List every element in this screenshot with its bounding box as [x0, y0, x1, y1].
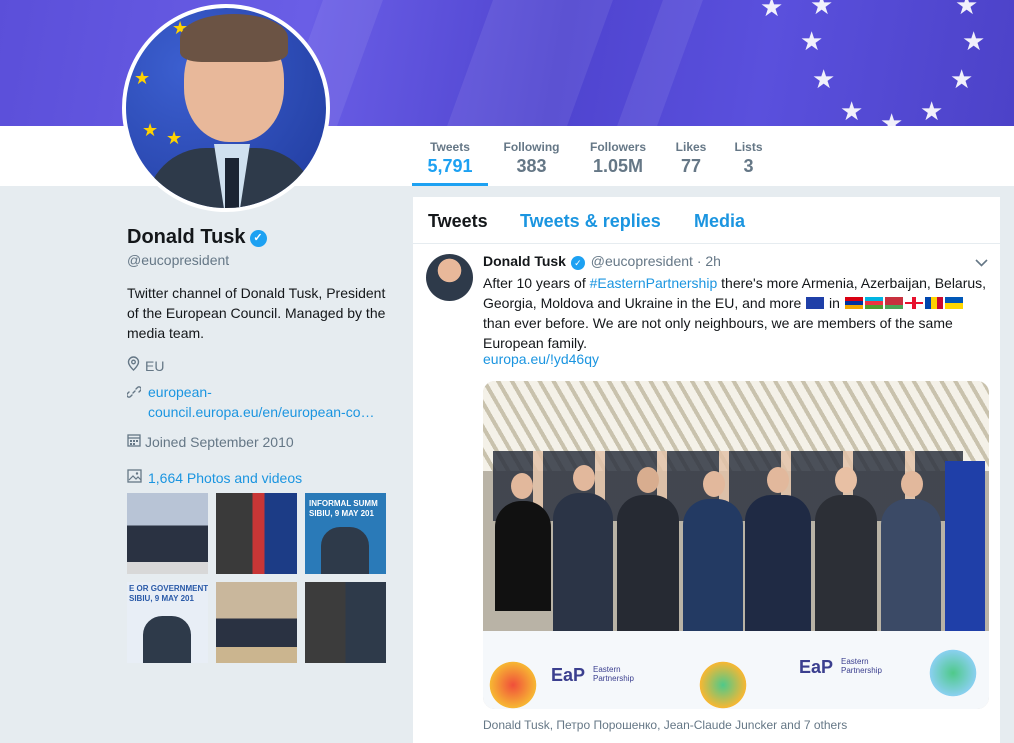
website-line-1: european-: [148, 384, 212, 400]
tweet-avatar[interactable]: [426, 254, 473, 301]
georgia-flag-icon: [904, 297, 923, 309]
thumbnail-text: INFORMAL SUMM SIBIU, 9 MAY 201: [309, 499, 378, 518]
profile-location: EU: [127, 356, 164, 374]
stat-value: 77: [680, 156, 702, 176]
eu-star-icon: ★: [920, 96, 944, 126]
photo-tagged-people[interactable]: Donald Tusk, Петро Порошенко, Jean-Claud…: [483, 718, 847, 732]
tweet-text: After 10 years of #EasternPartnership th…: [483, 273, 991, 353]
moldova-flag-icon: [924, 297, 943, 309]
eu-star-icon: ★: [812, 64, 836, 94]
media-thumbnail[interactable]: E OR GOVERNMENT SIBIU, 9 MAY 201: [127, 582, 208, 663]
verified-icon: ✓: [249, 230, 267, 247]
eu-star-icon: ★: [810, 0, 834, 20]
armenia-flag-icon: [844, 297, 863, 309]
eu-star-icon: ★: [800, 26, 824, 56]
azerbaijan-flag-icon: [864, 297, 883, 309]
eu-star-icon: ★: [760, 0, 784, 22]
stat-label: Followers: [589, 140, 646, 154]
media-thumbnail[interactable]: [216, 582, 297, 663]
photos-videos-label: 1,664 Photos and videos: [148, 470, 303, 486]
tweet-author-handle[interactable]: @eucopresident: [591, 253, 693, 269]
belarus-flag-icon: [884, 297, 903, 309]
stat-label: Likes: [675, 140, 707, 154]
website-line-2: council.europa.eu/en/european-co…: [148, 404, 375, 420]
profile-website[interactable]: european- council.europa.eu/en/european-…: [126, 382, 375, 422]
stat-followers[interactable]: Followers 1.05M: [587, 126, 649, 186]
timeline-tabs: Tweets Tweets & replies Media: [413, 197, 1000, 244]
eu-star-icon: ★: [962, 26, 986, 56]
stat-likes[interactable]: Likes 77: [672, 126, 710, 186]
profile-name-text: Donald Tusk: [127, 226, 246, 248]
eu-star-icon: ★: [134, 68, 151, 88]
stat-value: 5,791: [427, 156, 473, 176]
media-thumbnail[interactable]: [216, 493, 297, 574]
eu-flag-icon: [806, 297, 825, 309]
stat-value: 3: [743, 156, 754, 176]
profile-name[interactable]: Donald Tusk ✓: [127, 226, 267, 249]
hashtag-link[interactable]: #EasternPartnership: [590, 275, 718, 291]
eap-logo-subtitle: Eastern Partnership: [593, 665, 634, 683]
chevron-down-icon[interactable]: [975, 254, 988, 270]
image-icon: [127, 469, 148, 486]
eu-star-icon: ★: [880, 108, 904, 126]
eu-star-icon: ★: [166, 128, 183, 148]
tweet-photo[interactable]: EaP Eastern Partnership EaP Eastern Part…: [483, 381, 989, 709]
stat-lists[interactable]: Lists 3: [732, 126, 765, 186]
tweet-author-name[interactable]: Donald Tusk: [483, 253, 566, 269]
tab-tweets[interactable]: Tweets: [428, 211, 488, 232]
stat-label: Following: [503, 140, 560, 154]
profile-bio: Twitter channel of Donald Tusk, Presiden…: [127, 285, 386, 341]
tab-tweets-replies[interactable]: Tweets & replies: [520, 211, 661, 232]
stat-label: Tweets: [430, 140, 470, 154]
stat-value: 383: [516, 156, 547, 176]
stat-label: Lists: [734, 140, 763, 154]
stat-value: 1.05M: [592, 156, 644, 176]
timeline: Tweets Tweets & replies Media Donald Tus…: [413, 197, 1000, 743]
media-thumbnail[interactable]: [127, 493, 208, 574]
stat-following[interactable]: Following 383: [500, 126, 563, 186]
profile-joined: Joined September 2010: [127, 433, 294, 450]
tweet-text-part: than ever before. We are not only neighb…: [483, 315, 953, 351]
eu-star-icon: ★: [955, 0, 979, 20]
verified-icon: ✓: [570, 256, 585, 270]
profile-avatar[interactable]: ★ ★ ★ ★: [122, 4, 330, 212]
thumbnail-text: E OR GOVERNMENT SIBIU, 9 MAY 201: [129, 584, 208, 603]
eap-logo-text: EaP: [551, 665, 586, 685]
tweet-time[interactable]: · 2h: [697, 253, 721, 269]
media-thumbnail[interactable]: [305, 582, 386, 663]
eu-star-icon: ★: [142, 120, 159, 140]
calendar-icon: [127, 433, 145, 450]
stat-tweets[interactable]: Tweets 5,791: [412, 126, 488, 186]
location-pin-icon: [127, 356, 145, 374]
eap-logo-text: EaP: [799, 657, 834, 677]
photos-videos-link[interactable]: 1,664 Photos and videos: [127, 469, 302, 486]
ukraine-flag-icon: [944, 297, 963, 309]
eu-star-icon: ★: [840, 96, 864, 126]
profile-handle[interactable]: @eucopresident: [127, 252, 229, 268]
tab-media[interactable]: Media: [694, 211, 745, 232]
joined-text: Joined September 2010: [145, 434, 294, 450]
eu-star-icon: ★: [950, 64, 974, 94]
location-text: EU: [145, 358, 165, 374]
tweet-text-part: in: [825, 295, 844, 311]
eap-logo-subtitle: Eastern Partnership: [841, 657, 882, 675]
link-icon: [126, 384, 145, 404]
media-thumbnail[interactable]: INFORMAL SUMM SIBIU, 9 MAY 201: [305, 493, 386, 574]
tweet-text-part: After 10 years of: [483, 275, 590, 291]
tweet-link[interactable]: europa.eu/!yd46qy: [483, 351, 599, 367]
tweet-header: Donald Tusk ✓ @eucopresident · 2h: [483, 253, 721, 270]
